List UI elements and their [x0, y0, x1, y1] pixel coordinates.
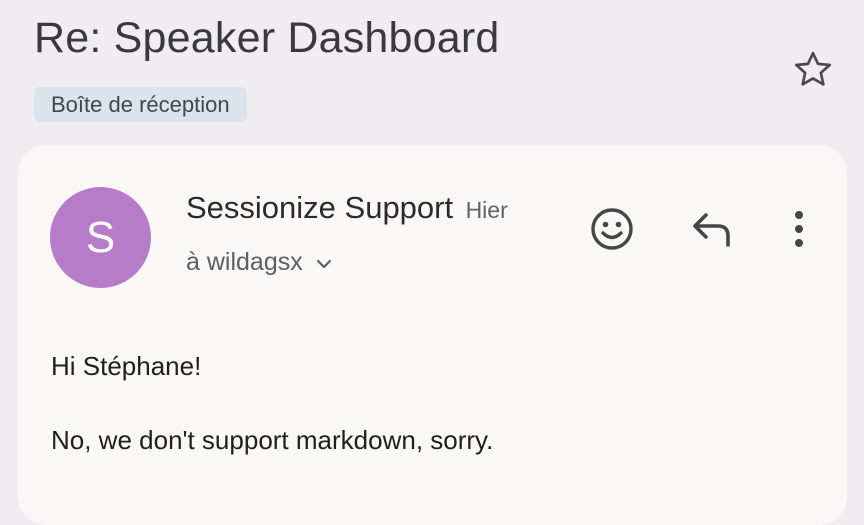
message-time: Hier — [465, 197, 508, 223]
recipient-text: à wildagsx — [186, 248, 303, 276]
more-options-button[interactable] — [788, 207, 810, 251]
sender-name: Sessionize Support — [186, 190, 454, 225]
reply-icon — [693, 213, 730, 247]
label-chip-inbox[interactable]: Boîte de réception — [34, 87, 247, 122]
star-icon[interactable] — [790, 47, 836, 93]
emoji-icon — [591, 208, 633, 250]
message-body-line: Hi Stéphane! — [51, 351, 202, 381]
emoji-reaction-button[interactable] — [588, 205, 636, 253]
more-vert-icon — [795, 211, 803, 247]
avatar[interactable]: S — [50, 187, 151, 288]
message-card: S Sessionize Support Hier à wildagsx Hi — [18, 145, 847, 525]
recipient-details-toggle[interactable]: à wildagsx — [186, 248, 333, 277]
reply-button[interactable] — [690, 209, 736, 249]
chevron-down-icon — [316, 259, 331, 269]
email-subject: Re: Speaker Dashboard — [34, 14, 500, 62]
sender-line: Sessionize Support Hier — [186, 190, 508, 226]
message-body-line: No, we don't support markdown, sorry. — [51, 425, 494, 455]
